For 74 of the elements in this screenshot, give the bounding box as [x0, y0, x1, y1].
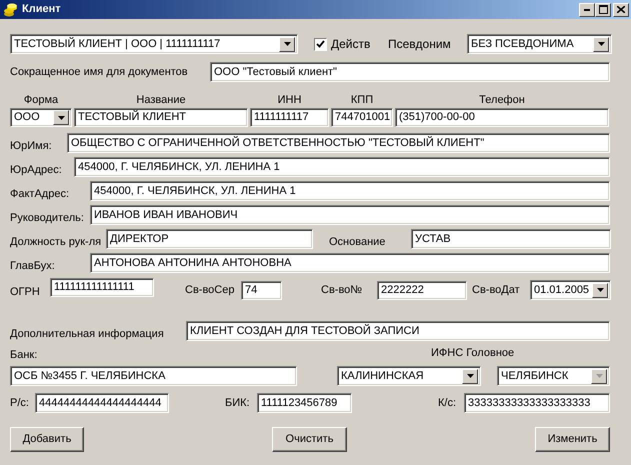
- text-field[interactable]: 454000, Г. ЧЕЛЯБИНСК, УЛ. ЛЕНИНА 1: [74, 157, 610, 177]
- field-label: ЮрАдрес:: [10, 164, 63, 177]
- field-label: БИК:: [225, 396, 251, 411]
- text-field[interactable]: (351)700-00-00: [395, 108, 609, 127]
- form-button[interactable]: Добавить: [10, 427, 84, 452]
- field-label: Св-воДат: [472, 282, 521, 298]
- column-header: Телефон: [478, 93, 526, 108]
- text-field[interactable]: 33333333333333333333: [464, 393, 610, 413]
- column-header: КПП: [350, 93, 374, 108]
- text-field[interactable]: 454000, Г. ЧЕЛЯБИНСК, УЛ. ЛЕНИНА 1: [90, 181, 610, 201]
- caret-icon: [466, 374, 474, 378]
- text-field[interactable]: 1111123456789: [257, 393, 352, 413]
- field-label: ФактАдрес:: [10, 188, 70, 201]
- check-icon: [316, 40, 325, 48]
- maximize-icon: [598, 5, 608, 14]
- dropdown-arrow-button[interactable]: [462, 368, 478, 384]
- dropdown[interactable]: 01.01.2005: [530, 280, 611, 300]
- dropdown[interactable]: ООО: [10, 108, 72, 127]
- field-label: Действ: [331, 36, 372, 53]
- field-label: Св-во№: [321, 282, 364, 298]
- field-label: Дополнительная информация: [10, 328, 165, 341]
- text-field[interactable]: ОСБ №3455 Г. ЧЕЛЯБИНСКА: [10, 366, 297, 386]
- caret-icon: [284, 42, 290, 46]
- caret-icon: [598, 42, 604, 46]
- text-field[interactable]: КЛИЕНТ СОЗДАН ДЛЯ ТЕСТОВОЙ ЗАПИСИ: [186, 321, 610, 341]
- text-field[interactable]: 111111111111111: [50, 278, 154, 297]
- field-label: ИФНС Головное: [431, 346, 514, 360]
- field-label: Банк:: [10, 348, 38, 362]
- minimize-icon: [584, 8, 590, 10]
- text-field[interactable]: ООО "Тестовый клиент": [210, 62, 610, 82]
- dropdown[interactable]: КАЛИНИНСКАЯ: [337, 366, 481, 386]
- text-field[interactable]: ДИРЕКТОР: [106, 229, 313, 249]
- dropdown[interactable]: БЕЗ ПСЕВДОНИМА: [467, 34, 612, 54]
- caret-icon: [596, 288, 604, 292]
- column-header: Название: [135, 93, 187, 108]
- dropdown[interactable]: ТЕСТОВЫЙ КЛИЕНТ | ООО | 1111111117: [10, 34, 298, 54]
- caret-icon: [58, 116, 64, 120]
- text-field[interactable]: ТЕСТОВЫЙ КЛИЕНТ: [74, 108, 248, 127]
- text-field[interactable]: ИВАНОВ ИВАН ИВАНОВИЧ: [90, 205, 610, 225]
- form-button[interactable]: Очистить: [272, 427, 347, 452]
- field-label: ГлавБух:: [10, 260, 56, 273]
- text-field[interactable]: 2222222: [377, 280, 467, 300]
- text-field[interactable]: 744701001: [331, 108, 393, 127]
- column-header: ИНН: [276, 93, 302, 108]
- maximize-button[interactable]: [595, 2, 611, 16]
- field-label: Руководитель:: [10, 212, 85, 225]
- close-icon: [617, 6, 625, 13]
- window-title: Клиент: [22, 2, 61, 18]
- dropdown-arrow-button[interactable]: [592, 282, 608, 298]
- coins-icon: [3, 2, 19, 16]
- text-field[interactable]: 74: [241, 280, 282, 300]
- text-field[interactable]: 44444444444444444444: [35, 393, 169, 413]
- field-label: ОГРН: [10, 284, 41, 300]
- caret-icon: [596, 374, 602, 378]
- field-label: Основание: [329, 236, 386, 249]
- field-label: К/с:: [438, 396, 458, 411]
- minimize-button[interactable]: [579, 2, 595, 16]
- text-field[interactable]: УСТАВ: [411, 229, 611, 249]
- field-label: Р/с:: [10, 396, 30, 411]
- text-field[interactable]: ОБЩЕСТВО С ОГРАНИЧЕННОЙ ОТВЕТСТВЕННОСТЬЮ "ТЕСТОВЫЙ КЛИЕНТ": [67, 133, 610, 153]
- field-label: Должность рук-ля: [10, 236, 102, 249]
- checkbox[interactable]: [314, 38, 327, 50]
- column-header: Форма: [22, 93, 60, 108]
- field-label: Сокращенное имя для документов: [10, 64, 189, 80]
- dropdown-arrow-button[interactable]: [279, 36, 295, 52]
- field-label: Псевдоним: [388, 36, 452, 53]
- text-field[interactable]: 1111111117: [250, 108, 329, 127]
- dropdown-arrow-button[interactable]: [593, 36, 609, 52]
- form-button[interactable]: Изменить: [535, 427, 610, 452]
- dropdown-arrow-button[interactable]: [53, 110, 69, 125]
- text-field[interactable]: АНТОНОВА АНТОНИНА АНТОНОВНА: [90, 253, 610, 273]
- close-button[interactable]: [613, 2, 629, 16]
- field-label: Св-воСер: [185, 282, 236, 298]
- field-label: ЮрИмя:: [10, 140, 53, 153]
